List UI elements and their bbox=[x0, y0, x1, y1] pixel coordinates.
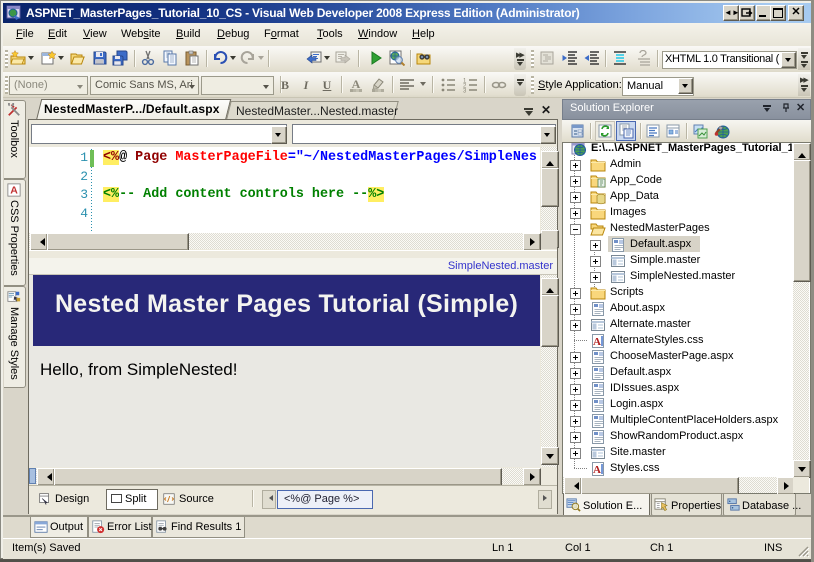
svg-text:A: A bbox=[352, 77, 361, 91]
svg-text:A: A bbox=[10, 185, 18, 197]
svg-text:3: 3 bbox=[463, 89, 467, 94]
